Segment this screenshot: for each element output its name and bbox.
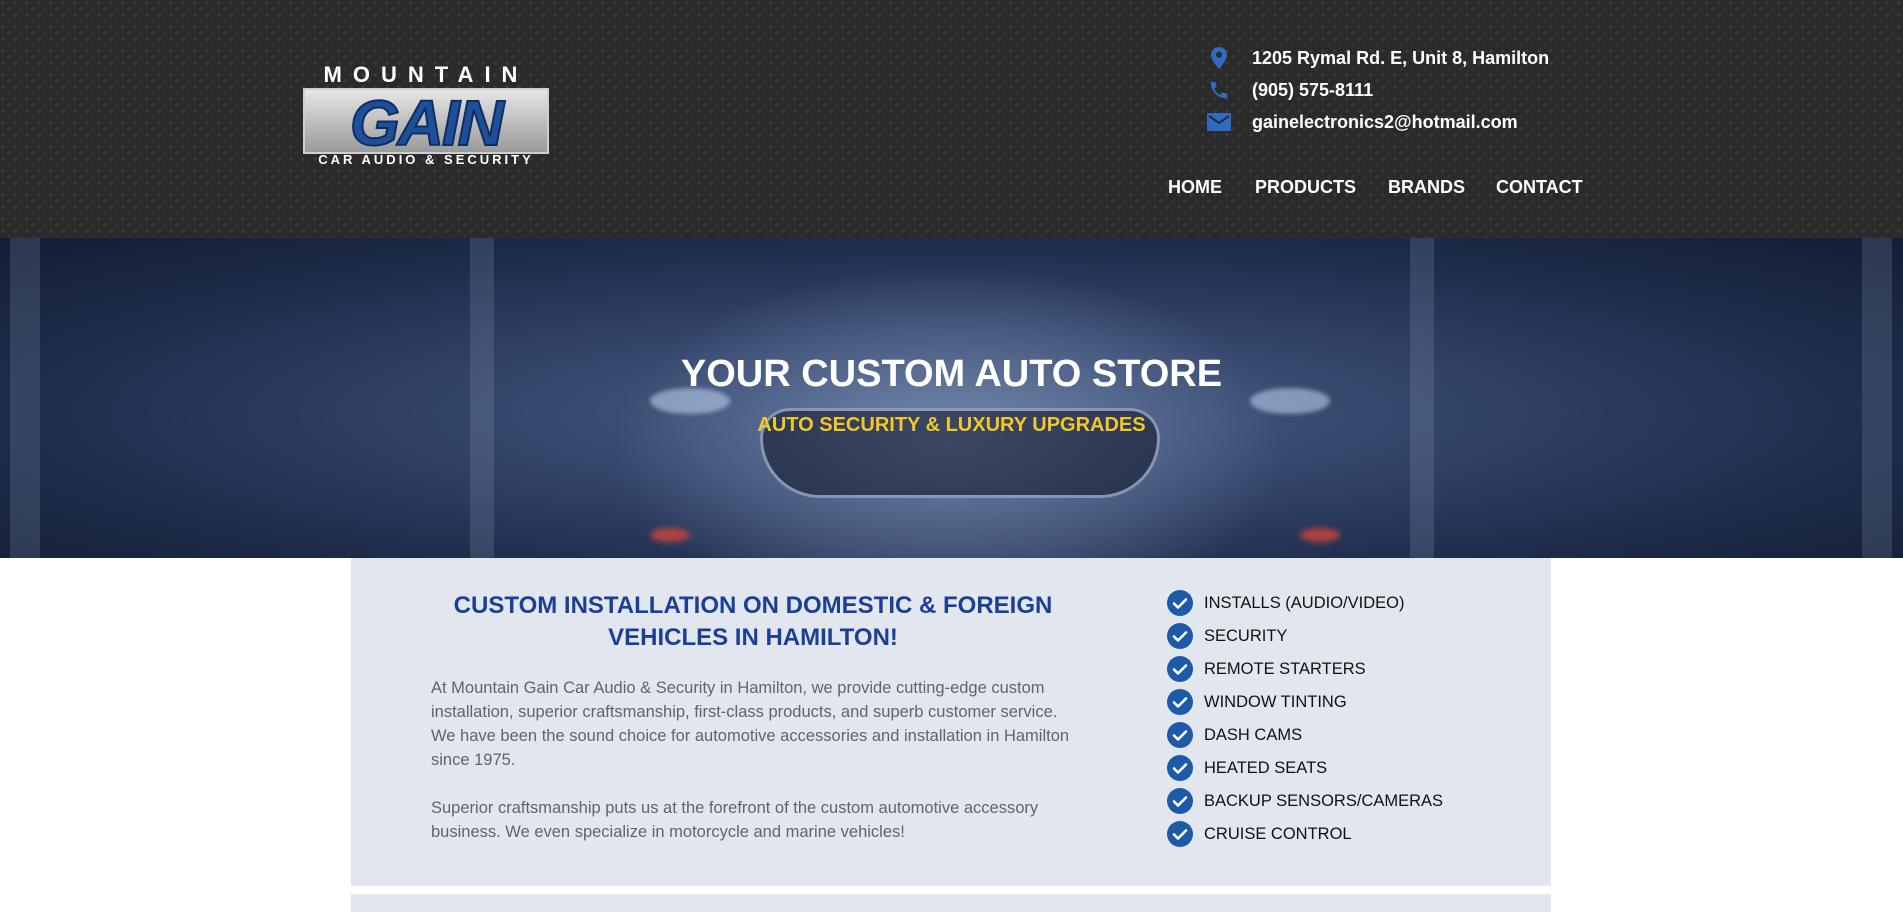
email-link[interactable]: gainelectronics2@hotmail.com	[1252, 112, 1518, 133]
nav-home[interactable]: HOME	[1168, 174, 1222, 200]
check-circle-icon	[1167, 623, 1193, 649]
intro-paragraph: Superior craftsmanship puts us at the fo…	[431, 799, 1039, 841]
service-label: WINDOW TINTING	[1204, 692, 1347, 711]
list-item: WINDOW TINTING	[1167, 689, 1347, 715]
service-label: SECURITY	[1204, 626, 1288, 645]
hero-subtitle: AUTO SECURITY & LUXURY UPGRADES	[757, 414, 1146, 436]
logo-main-text: GAIN	[349, 87, 505, 159]
hero-bg-pillar	[470, 238, 494, 558]
list-item: REMOTE STARTERS	[1167, 656, 1366, 682]
check-circle-icon	[1167, 755, 1193, 781]
hero-bg-pillar	[1410, 238, 1434, 558]
hero-title: YOUR CUSTOM AUTO STORE	[680, 353, 1223, 395]
intro-heading: CUSTOM INSTALLATION ON DOMESTIC & FOREIG…	[453, 592, 1053, 651]
intro-panel: CUSTOM INSTALLATION ON DOMESTIC & FOREIG…	[351, 558, 1551, 886]
service-label: HEATED SEATS	[1204, 758, 1328, 777]
nav-brands[interactable]: BRANDS	[1388, 174, 1465, 200]
list-item: SECURITY	[1167, 623, 1287, 649]
service-label: CRUISE CONTROL	[1204, 824, 1352, 843]
contact-phone[interactable]: (905) 575-8111	[1206, 78, 1373, 102]
hero-banner: YOUR CUSTOM AUTO STORE AUTO SECURITY & L…	[0, 238, 1903, 558]
nav-products[interactable]: PRODUCTS	[1255, 174, 1356, 200]
list-item: BACKUP SENSORS/CAMERAS	[1167, 788, 1443, 814]
logo-badge: GAIN	[303, 87, 549, 159]
check-circle-icon	[1167, 656, 1193, 682]
nav-contact[interactable]: CONTACT	[1496, 174, 1583, 200]
logo-tagline: CAR AUDIO & SECURITY	[318, 152, 534, 167]
mail-icon	[1206, 110, 1232, 134]
service-label: INSTALLS (AUDIO/VIDEO)	[1204, 593, 1405, 612]
list-item: DASH CAMS	[1167, 722, 1302, 748]
check-circle-icon	[1167, 722, 1193, 748]
intro-paragraph: At Mountain Gain Car Audio & Security in…	[431, 679, 1070, 769]
hero-bg-pillar	[10, 238, 40, 558]
contact-email[interactable]: gainelectronics2@hotmail.com	[1206, 110, 1518, 134]
site-header: MOUNTAIN GAIN CAR AUDIO & SECURITY 1205 …	[0, 0, 1903, 238]
next-section-panel	[351, 894, 1551, 912]
service-label: DASH CAMS	[1204, 725, 1303, 744]
phone-link[interactable]: (905) 575-8111	[1252, 80, 1373, 101]
phone-icon	[1206, 78, 1232, 102]
hero-bg-pillar	[1862, 238, 1892, 558]
hero-car-light	[650, 528, 690, 542]
check-circle-icon	[1167, 821, 1193, 847]
contact-address: 1205 Rymal Rd. E, Unit 8, Hamilton	[1206, 46, 1549, 70]
check-circle-icon	[1167, 788, 1193, 814]
map-pin-icon	[1206, 46, 1232, 70]
check-circle-icon	[1167, 689, 1193, 715]
site-logo[interactable]: MOUNTAIN GAIN CAR AUDIO & SECURITY	[303, 64, 549, 172]
check-circle-icon	[1167, 590, 1193, 616]
list-item: HEATED SEATS	[1167, 755, 1327, 781]
address-text: 1205 Rymal Rd. E, Unit 8, Hamilton	[1252, 47, 1550, 68]
service-label: BACKUP SENSORS/CAMERAS	[1204, 791, 1444, 810]
logo-top-text: MOUNTAIN	[323, 62, 529, 87]
list-item: INSTALLS (AUDIO/VIDEO)	[1167, 590, 1404, 616]
service-label: REMOTE STARTERS	[1204, 659, 1366, 678]
hero-car-light	[1300, 528, 1340, 542]
list-item: CRUISE CONTROL	[1167, 821, 1352, 847]
